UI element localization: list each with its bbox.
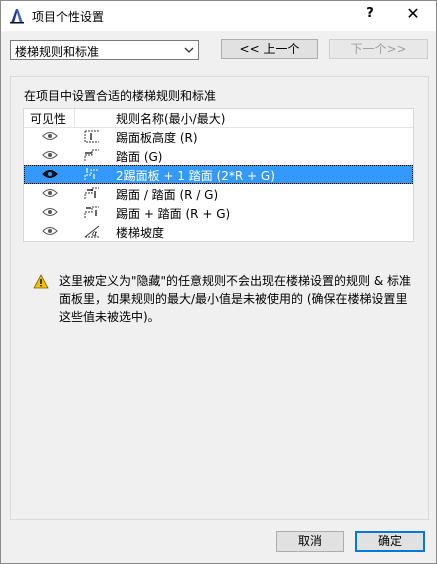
section-label: 在项目中设置合适的楼梯规则和标准: [24, 89, 217, 103]
rule-name: 踢面 + 踏面 (R + G): [116, 207, 231, 221]
eye-icon[interactable]: [42, 150, 58, 160]
rule-name: 踏面 (G): [116, 150, 163, 164]
riser-plus-tread-icon: [84, 206, 99, 218]
table-row[interactable]: 踢面 + 踏面 (R + G): [24, 203, 413, 222]
eye-icon[interactable]: [42, 131, 58, 141]
tread-icon: [84, 149, 99, 161]
table-row[interactable]: 踢面 / 踏面 (R / G): [24, 184, 413, 203]
rules-table: 可见性 规则名称(最小/最大) 踢面板高度 (R) 踏面 (G) 2踢面板 + …: [23, 108, 414, 242]
hidden-rules-notice: 这里被定义为"隐藏"的任意规则不会出现在楼梯设置的规则 & 标准面板里，如果规则…: [59, 274, 412, 324]
rule-name: 踢面板高度 (R): [116, 131, 198, 145]
table-row-selected[interactable]: 2踢面板 + 1 踏面 (2*R + G): [24, 165, 413, 184]
eye-icon[interactable]: [42, 188, 58, 198]
eye-icon[interactable]: [42, 226, 58, 236]
stair-slope-icon: α: [84, 225, 100, 238]
category-dropdown-value: 楼梯规则和标准: [15, 45, 100, 59]
category-dropdown[interactable]: 楼梯规则和标准: [10, 40, 199, 60]
riser-over-tread-icon: [84, 187, 99, 199]
svg-text:α: α: [92, 229, 98, 238]
help-button[interactable]: ?: [360, 6, 380, 21]
column-header-rule-name[interactable]: 规则名称(最小/最大): [116, 110, 225, 127]
table-row[interactable]: 踏面 (G): [24, 146, 413, 165]
preferences-dialog: 项目个性设置 ? ✕ 楼梯规则和标准 << 上一个 下一个>> 在项目中设置合适…: [0, 0, 437, 564]
column-header-visibility[interactable]: 可见性: [30, 110, 66, 127]
next-button[interactable]: 下一个>>: [329, 39, 428, 59]
table-header: 可见性 规则名称(最小/最大): [24, 109, 413, 128]
chevron-down-icon: [184, 47, 194, 53]
ok-button[interactable]: 确定: [355, 531, 425, 552]
column-divider: [74, 109, 75, 127]
eye-icon[interactable]: [42, 207, 58, 217]
previous-button[interactable]: << 上一个: [221, 39, 318, 59]
rule-name: 踢面 / 踏面 (R / G): [116, 188, 219, 202]
rule-name: 楼梯坡度: [116, 226, 165, 240]
close-button[interactable]: ✕: [403, 4, 423, 23]
riser-height-icon: [84, 130, 99, 143]
archicad-app-icon: [10, 9, 24, 24]
warning-icon: [33, 274, 49, 289]
rule-name: 2踢面板 + 1 踏面 (2*R + G): [116, 169, 275, 183]
two-riser-tread-icon: [84, 168, 99, 180]
table-row[interactable]: α 楼梯坡度: [24, 222, 413, 241]
cancel-button[interactable]: 取消: [276, 531, 344, 552]
table-row[interactable]: 踢面板高度 (R): [24, 127, 413, 146]
eye-icon[interactable]: [42, 169, 58, 179]
title-bar: 项目个性设置 ? ✕: [1, 1, 436, 31]
window-title: 项目个性设置: [32, 10, 105, 24]
